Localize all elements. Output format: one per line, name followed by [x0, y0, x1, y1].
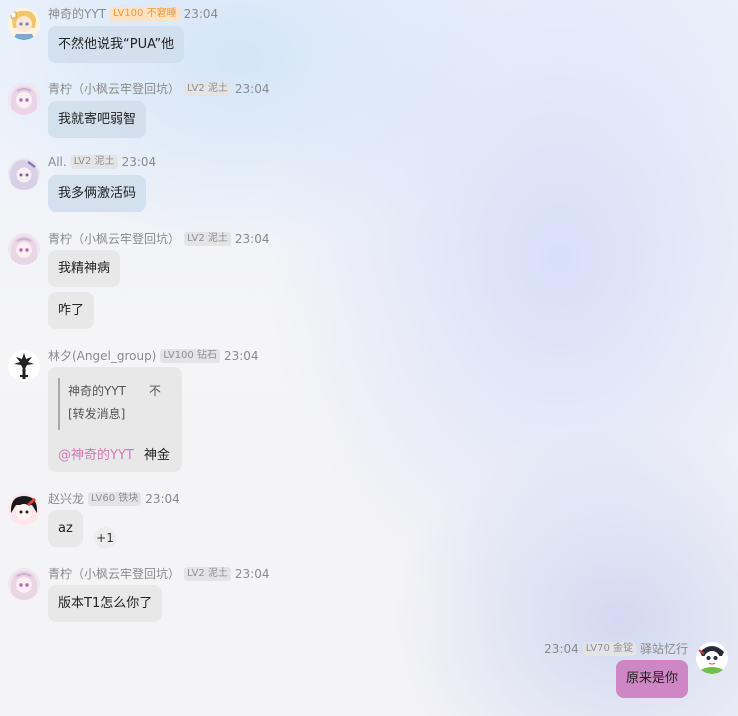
self-sender-name[interactable]: 驿站忆行 [640, 640, 688, 657]
avatar[interactable] [8, 568, 40, 600]
message-bubble[interactable]: 我多俩激活码 [48, 175, 147, 212]
mention-link[interactable]: @神奇的YYT [58, 444, 134, 463]
sender-name[interactable]: 林夕(Angel_group) [48, 347, 156, 364]
plus-one-reaction[interactable]: +1 [94, 527, 116, 549]
level-badge: LV2 泥土 [184, 566, 231, 581]
level-badge: LV100 不窘睡 [110, 6, 180, 21]
timestamp: 23:04 [544, 641, 579, 656]
avatar[interactable] [8, 493, 40, 525]
timestamp: 23:04 [183, 6, 219, 21]
level-badge: LV2 泥土 [184, 81, 231, 96]
chat-message-list[interactable]: 神奇的YYT LV100 不窘睡 23:04 不然他说我“PUA”他 青柠（小枫… [0, 0, 738, 716]
message-header: 青柠（小枫云牢登回坑） LV2 泥土 23:04 [48, 80, 269, 97]
level-badge: LV2 泥土 [184, 231, 231, 246]
timestamp: 23:04 [234, 231, 270, 246]
message-header: 赵兴龙 LV60 铁块 23:04 [48, 490, 180, 507]
quoted-forwarded-label[interactable]: [转发消息] [68, 405, 125, 422]
message-bubble[interactable]: 版本T1怎么你了 [48, 585, 163, 622]
timestamp: 23:04 [234, 566, 270, 581]
avatar[interactable] [8, 83, 40, 115]
sender-name[interactable]: 青柠（小枫云牢登回坑） [48, 565, 180, 582]
level-badge: LV100 钻石 [160, 348, 220, 363]
quoted-snippet: 不 [149, 384, 162, 398]
timestamp: 23:04 [223, 348, 259, 363]
self-message-header: 23:04 LV70 金锭 驿站忆行 [544, 640, 688, 657]
self-message-text: 原来是你 [625, 671, 678, 686]
level-badge: LV2 泥土 [70, 155, 118, 169]
timestamp: 23:04 [121, 155, 157, 169]
message-header: All. LV2 泥土 23:04 [48, 155, 156, 169]
reply-text: 神金 [144, 448, 171, 463]
quote-bar [58, 378, 60, 430]
avatar[interactable] [8, 350, 40, 382]
message-header: 青柠（小枫云牢登回坑） LV2 泥土 23:04 [48, 230, 269, 247]
message-bubble[interactable]: az [48, 510, 83, 547]
timestamp: 23:04 [145, 491, 180, 506]
self-avatar[interactable] [696, 642, 728, 674]
avatar[interactable] [8, 158, 40, 190]
message-bubble[interactable]: 咋了 [48, 292, 95, 329]
quoted-sender[interactable]: 神奇的YYT [68, 382, 126, 399]
message-bubble[interactable]: 我精神病 [48, 250, 121, 287]
message-bubble[interactable]: 我就寄吧弱智 [48, 101, 147, 138]
timestamp: 23:04 [234, 81, 270, 96]
sender-name[interactable]: 神奇的YYT [48, 5, 106, 22]
message-header: 青柠（小枫云牢登回坑） LV2 泥土 23:04 [48, 565, 269, 582]
level-badge: LV60 铁块 [88, 491, 142, 506]
avatar[interactable] [8, 8, 40, 40]
sender-name[interactable]: All. [48, 155, 67, 169]
sender-name[interactable]: 青柠（小枫云牢登回坑） [48, 80, 180, 97]
quote-reply-bubble[interactable]: 神奇的YYT 不 [转发消息] @神奇的YYT 神金 [48, 367, 182, 472]
message-header: 林夕(Angel_group) LV100 钻石 23:04 [48, 347, 259, 364]
sender-name[interactable]: 赵兴龙 [48, 490, 84, 507]
level-badge: LV70 金锭 [582, 641, 636, 656]
avatar[interactable] [8, 233, 40, 265]
message-header: 神奇的YYT LV100 不窘睡 23:04 [48, 5, 218, 22]
self-message-bubble[interactable]: 原来是你 [615, 660, 688, 698]
message-bubble[interactable]: 不然他说我“PUA”他 [48, 26, 185, 63]
sender-name[interactable]: 青柠（小枫云牢登回坑） [48, 230, 180, 247]
